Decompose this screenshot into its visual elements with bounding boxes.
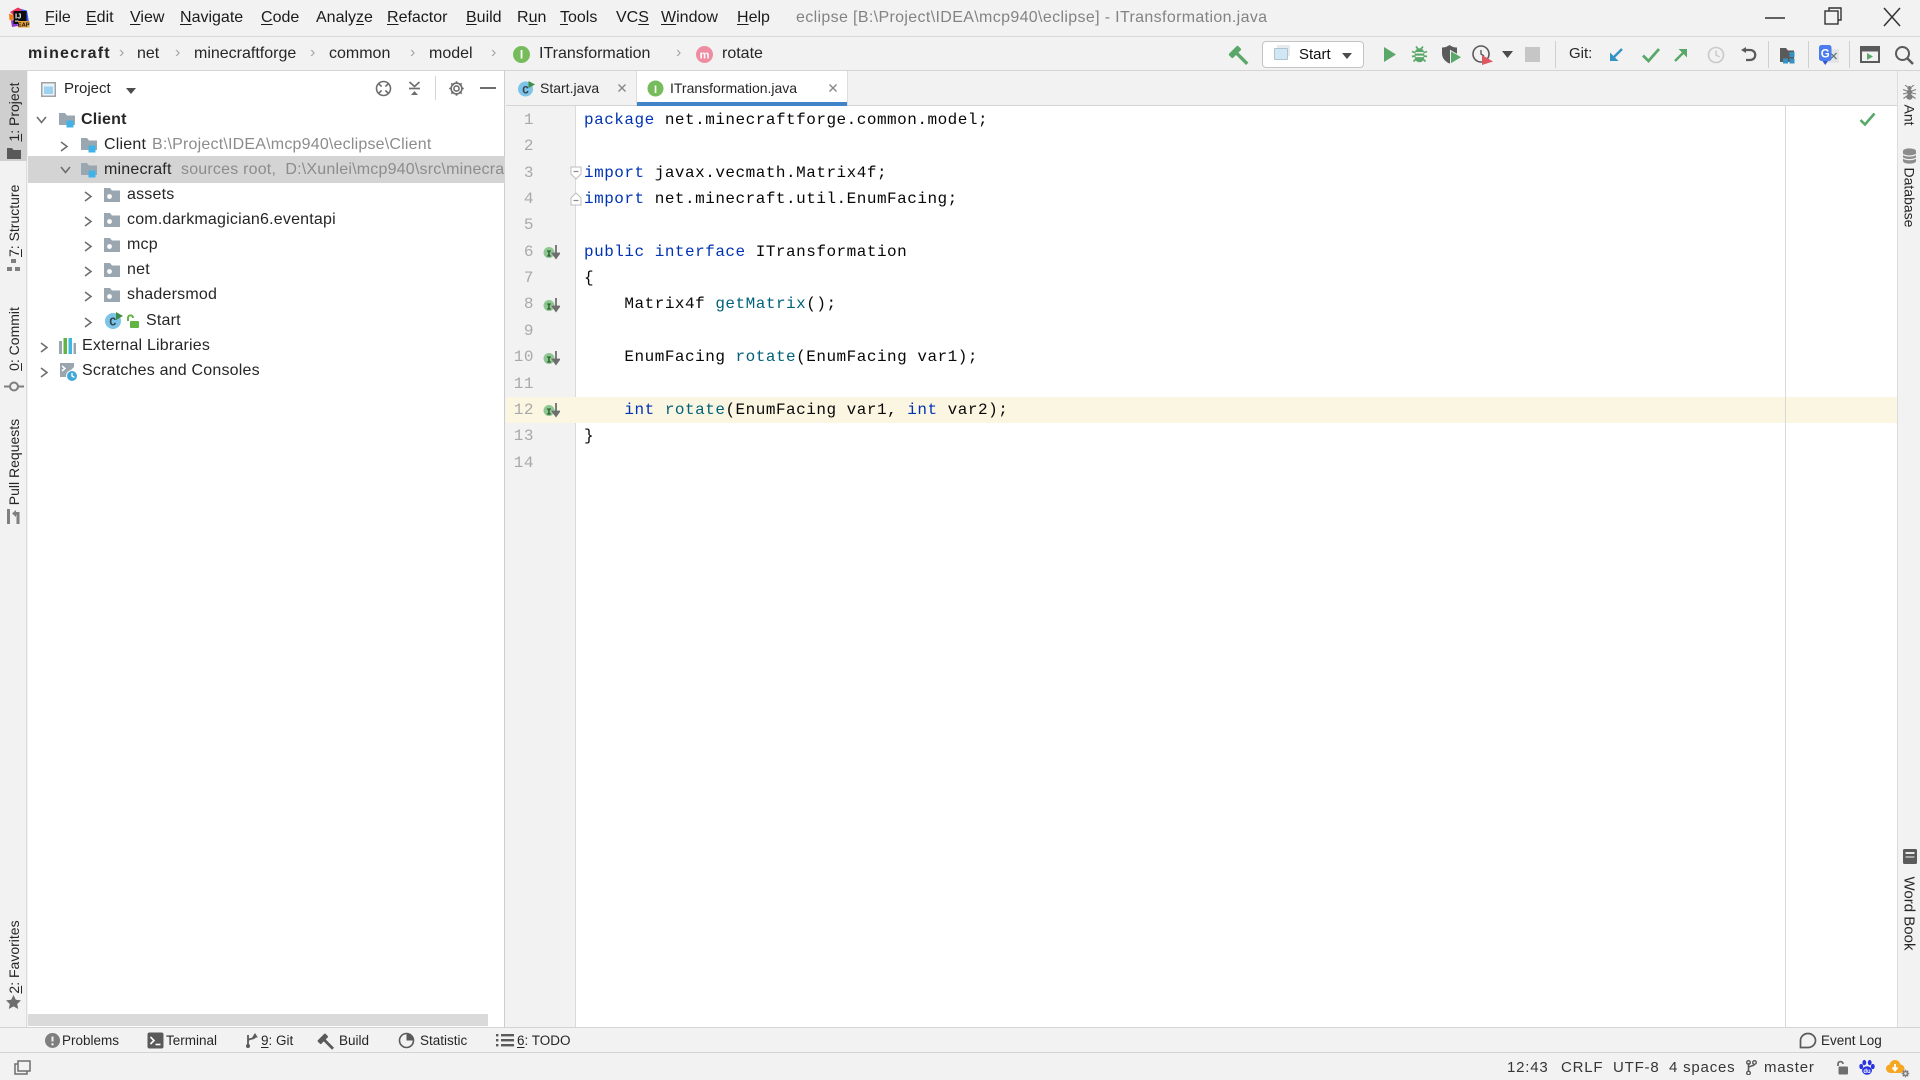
svg-text:I: I: [546, 355, 551, 365]
svg-text:m: m: [700, 50, 710, 62]
svg-text:EAP: EAP: [18, 22, 30, 28]
svg-text:C: C: [522, 86, 529, 98]
svg-text:I: I: [546, 249, 551, 259]
svg-text:G: G: [1821, 49, 1830, 61]
svg-text:C: C: [109, 316, 116, 330]
svg-text:IJ: IJ: [15, 12, 21, 21]
svg-text:I: I: [546, 407, 551, 417]
svg-text:I: I: [654, 84, 657, 96]
svg-text:du: du: [1863, 1069, 1871, 1075]
svg-text:I: I: [520, 48, 523, 62]
svg-text:I: I: [546, 302, 551, 312]
